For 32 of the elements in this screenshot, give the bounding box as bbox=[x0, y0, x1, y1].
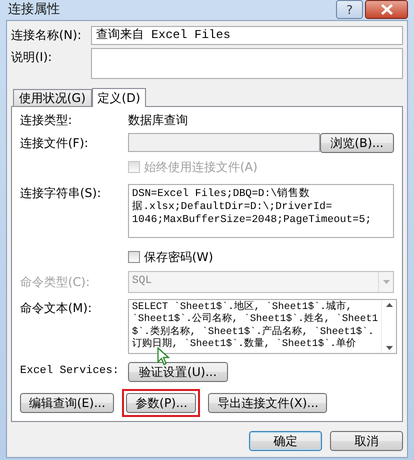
authentication-settings-button[interactable]: 验证设置(U)... bbox=[128, 362, 228, 382]
field-label: 连接名称(N): bbox=[11, 27, 82, 44]
field-label: 命令文本(M): bbox=[20, 300, 93, 316]
checkbox-label: 始终使用连接文件(A) bbox=[144, 158, 258, 176]
checkbox-label: 保存密码(W) bbox=[144, 248, 214, 266]
field-label: 连接文件(F): bbox=[20, 134, 90, 152]
scroll-down-icon[interactable] bbox=[386, 346, 393, 350]
edit-query-button[interactable]: 编辑查询(E)... bbox=[20, 392, 114, 412]
close-icon bbox=[380, 4, 394, 16]
export-connection-file-button[interactable]: 导出连接文件(X)... bbox=[208, 392, 328, 412]
field-label: 说明(I): bbox=[11, 48, 53, 66]
window-title: 连接属性 bbox=[7, 1, 60, 19]
tab[interactable]: 使用状况(G) bbox=[13, 88, 92, 106]
scroll-up-icon[interactable] bbox=[386, 302, 393, 306]
connection-string-field[interactable]: DSN=Excel Files;DBQ=D:\销售数 据.xlsx;DefaultDir=D:\;DriverId= 1046;MaxBufferSize=2048;PageTimeout=5; bbox=[128, 184, 394, 238]
parameters-button[interactable]: 参数(P)... bbox=[126, 392, 196, 412]
ok-button[interactable]: 确定 bbox=[249, 430, 322, 450]
tab[interactable]: 定义(D) bbox=[92, 88, 146, 106]
field-label: 连接类型: bbox=[20, 112, 74, 128]
command-text-field[interactable]: SELECT `Sheet1$`.地区, `Sheet1$`.城市, `Sheet1$`.公司名称, `Sheet1$`.姓名, `Sheet1 $`.类别名称, `Sheet1$`.产品名称, `Sheet1$`. 订购日期, `Sheet1$`.数量, `Sheet1$`.单价 bbox=[128, 298, 398, 354]
connection-type-value: 数据库查询 bbox=[128, 112, 188, 128]
help-button[interactable]: ? bbox=[336, 0, 363, 20]
cursor-icon bbox=[157, 346, 170, 366]
close-button[interactable] bbox=[365, 0, 408, 20]
description-field[interactable] bbox=[91, 48, 403, 78]
field-label: 连接字符串(S): bbox=[20, 184, 102, 202]
cancel-button[interactable]: 取消 bbox=[330, 430, 403, 450]
dropdown-arrow-icon bbox=[382, 280, 390, 284]
checkbox[interactable] bbox=[128, 250, 140, 262]
field-label: 命令类型(C): bbox=[20, 274, 91, 290]
connection-name-field[interactable]: 查询来自 Excel Files bbox=[91, 26, 403, 44]
field-label: Excel Services: bbox=[20, 364, 120, 380]
